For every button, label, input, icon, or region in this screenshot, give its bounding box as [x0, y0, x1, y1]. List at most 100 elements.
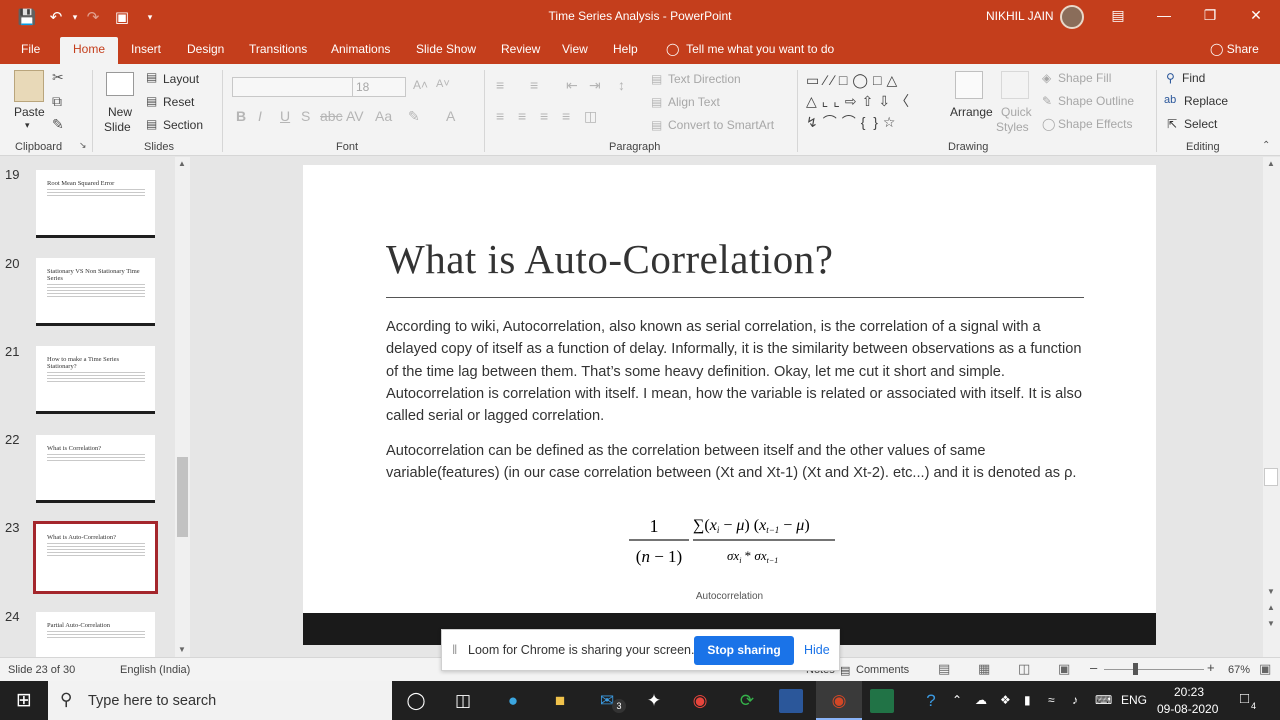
paste-icon[interactable]: [14, 70, 44, 102]
volume-icon[interactable]: ♪: [1072, 693, 1078, 707]
scroll-down-icon[interactable]: ▼: [178, 645, 186, 654]
zoom-level[interactable]: 67%: [1228, 664, 1250, 676]
bold-icon[interactable]: B: [236, 108, 246, 124]
convert-smartart-button[interactable]: Convert to SmartArt: [668, 118, 774, 132]
slide-thumbnail-selected[interactable]: What is Auto-Correlation?: [33, 521, 158, 594]
change-case-icon[interactable]: Aa: [375, 108, 392, 124]
align-left-icon[interactable]: ≡: [496, 108, 504, 124]
cut-icon[interactable]: ✂: [52, 69, 64, 86]
slide-thumbnail[interactable]: What is Correlation?: [36, 435, 155, 503]
tab-design[interactable]: Design: [187, 42, 224, 56]
paste-button[interactable]: Paste: [14, 105, 45, 119]
normal-view-icon[interactable]: ▤: [938, 661, 950, 677]
tab-file[interactable]: File: [21, 42, 40, 56]
copy-icon[interactable]: ⧉: [52, 93, 62, 110]
edge-icon[interactable]: ●: [501, 689, 525, 713]
keyboard-icon[interactable]: ⌨: [1095, 693, 1112, 707]
new-slide-icon[interactable]: [106, 72, 134, 96]
paste-dropdown-icon[interactable]: ▾: [25, 120, 30, 131]
font-size-combo[interactable]: 18: [352, 77, 406, 97]
tab-insert[interactable]: Insert: [131, 42, 161, 56]
slide-thumbnail[interactable]: Root Mean Squared Error: [36, 170, 155, 238]
arrange-button[interactable]: Arrange: [950, 105, 993, 119]
save-icon[interactable]: 💾: [18, 8, 37, 26]
drag-handle-icon[interactable]: ‖: [452, 642, 457, 657]
tell-me-box[interactable]: ◯ Tell me what you want to do: [666, 42, 834, 56]
tab-transitions[interactable]: Transitions: [249, 42, 307, 56]
tab-home[interactable]: Home: [60, 37, 119, 64]
increase-indent-icon[interactable]: ⇥: [589, 77, 601, 94]
format-painter-icon[interactable]: ✎: [52, 116, 64, 133]
decrease-indent-icon[interactable]: ⇤: [566, 77, 578, 94]
stop-sharing-button[interactable]: Stop sharing: [694, 636, 794, 665]
notifications-icon[interactable]: □: [1240, 690, 1249, 707]
clear-formatting-icon[interactable]: ✎: [408, 108, 420, 125]
language-indicator[interactable]: ENG: [1121, 693, 1147, 707]
character-spacing-icon[interactable]: AV: [346, 108, 364, 124]
text-direction-button[interactable]: Text Direction: [668, 72, 741, 86]
comments-button[interactable]: Comments: [856, 664, 909, 676]
avatar[interactable]: [1060, 5, 1084, 29]
task-view-icon[interactable]: ◫: [451, 689, 475, 713]
numbering-icon[interactable]: ≡: [530, 77, 538, 93]
section-button[interactable]: Section: [163, 118, 203, 132]
scroll-up-icon[interactable]: ▲: [178, 159, 186, 168]
present-icon[interactable]: ▣: [113, 8, 131, 26]
center-icon[interactable]: ≡: [518, 108, 526, 124]
slide-title[interactable]: What is Auto-Correlation?: [386, 235, 833, 283]
scrollbar-thumb[interactable]: [177, 457, 188, 537]
reset-button[interactable]: Reset: [163, 95, 194, 109]
powerpoint-icon[interactable]: ◉: [827, 689, 851, 713]
app-icon[interactable]: ✦: [642, 689, 666, 713]
user-name[interactable]: NIKHIL JAIN: [986, 9, 1054, 23]
slide-show-icon[interactable]: ▣: [1058, 661, 1070, 677]
file-explorer-icon[interactable]: ■: [548, 689, 572, 713]
layout-button[interactable]: Layout: [163, 72, 199, 86]
arrange-icon[interactable]: [955, 71, 983, 99]
shapes-gallery[interactable]: ▭∕∕□◯□△ △⌞⌞⇨⇧⇩〈 ↯⌒⌒{ }☆: [806, 70, 946, 132]
previous-slide-icon[interactable]: ▲: [1267, 603, 1275, 612]
slide-paragraph[interactable]: Autocorrelation can be defined as the co…: [386, 440, 1086, 485]
columns-icon[interactable]: ◫: [584, 108, 597, 125]
font-name-combo[interactable]: [232, 77, 353, 97]
select-button[interactable]: Select: [1184, 117, 1217, 131]
cortana-icon[interactable]: ◯: [404, 689, 428, 713]
quick-styles-icon[interactable]: [1001, 71, 1029, 99]
word-icon[interactable]: [779, 689, 803, 713]
strikethrough-icon[interactable]: abc: [320, 108, 343, 124]
minimize-icon[interactable]: —: [1152, 7, 1176, 27]
ribbon-display-options-icon[interactable]: ▤: [1106, 7, 1130, 27]
shrink-font-icon[interactable]: A˅: [436, 78, 450, 90]
italic-icon[interactable]: I: [258, 108, 262, 124]
font-color-icon[interactable]: A: [446, 108, 455, 124]
help-icon[interactable]: ?: [919, 689, 943, 713]
clipboard-launcher-icon[interactable]: ↘: [79, 140, 87, 151]
justify-icon[interactable]: ≡: [562, 108, 570, 124]
thumbnail-scrollbar[interactable]: ▲ ▼: [175, 157, 190, 657]
line-spacing-icon[interactable]: ↕: [618, 77, 625, 93]
shadow-icon[interactable]: S: [301, 108, 310, 124]
zoom-slider[interactable]: [1104, 669, 1204, 670]
scroll-down-icon[interactable]: ▼: [1267, 587, 1275, 596]
quick-styles-button[interactable]: Quick: [1001, 105, 1032, 119]
redo-icon[interactable]: ↷: [84, 8, 102, 26]
zoom-in-icon[interactable]: +: [1207, 660, 1215, 675]
quick-styles-label[interactable]: Styles: [996, 120, 1029, 134]
shape-outline-button[interactable]: Shape Outline: [1058, 94, 1134, 108]
underline-icon[interactable]: U: [280, 108, 290, 124]
wifi-icon[interactable]: ≈: [1048, 693, 1055, 707]
autocorrelation-formula[interactable]: 1 (n − 1) ∑(xi − μ) (xt−1 − μ) σxi * σxt…: [623, 510, 843, 574]
slide-thumbnail[interactable]: How to make a Time Series Stationary?: [36, 346, 155, 414]
taskbar-search-box[interactable]: ⚲ Type here to search: [48, 681, 392, 720]
chrome-icon[interactable]: ◉: [688, 689, 712, 713]
align-right-icon[interactable]: ≡: [540, 108, 548, 124]
editor-scrollbar[interactable]: ▲ ▼ ▲ ▼: [1263, 157, 1280, 657]
windows-start-icon[interactable]: ⊞: [12, 689, 36, 713]
slide-canvas[interactable]: What is Auto-Correlation? According to w…: [303, 165, 1156, 645]
share-button[interactable]: ◯ Share: [1210, 42, 1259, 56]
find-button[interactable]: Find: [1182, 71, 1205, 85]
shape-fill-button[interactable]: Shape Fill: [1058, 71, 1111, 85]
tab-slide-show[interactable]: Slide Show: [416, 42, 476, 56]
hide-button[interactable]: Hide: [804, 643, 830, 657]
battery-icon[interactable]: ▮: [1024, 693, 1031, 707]
